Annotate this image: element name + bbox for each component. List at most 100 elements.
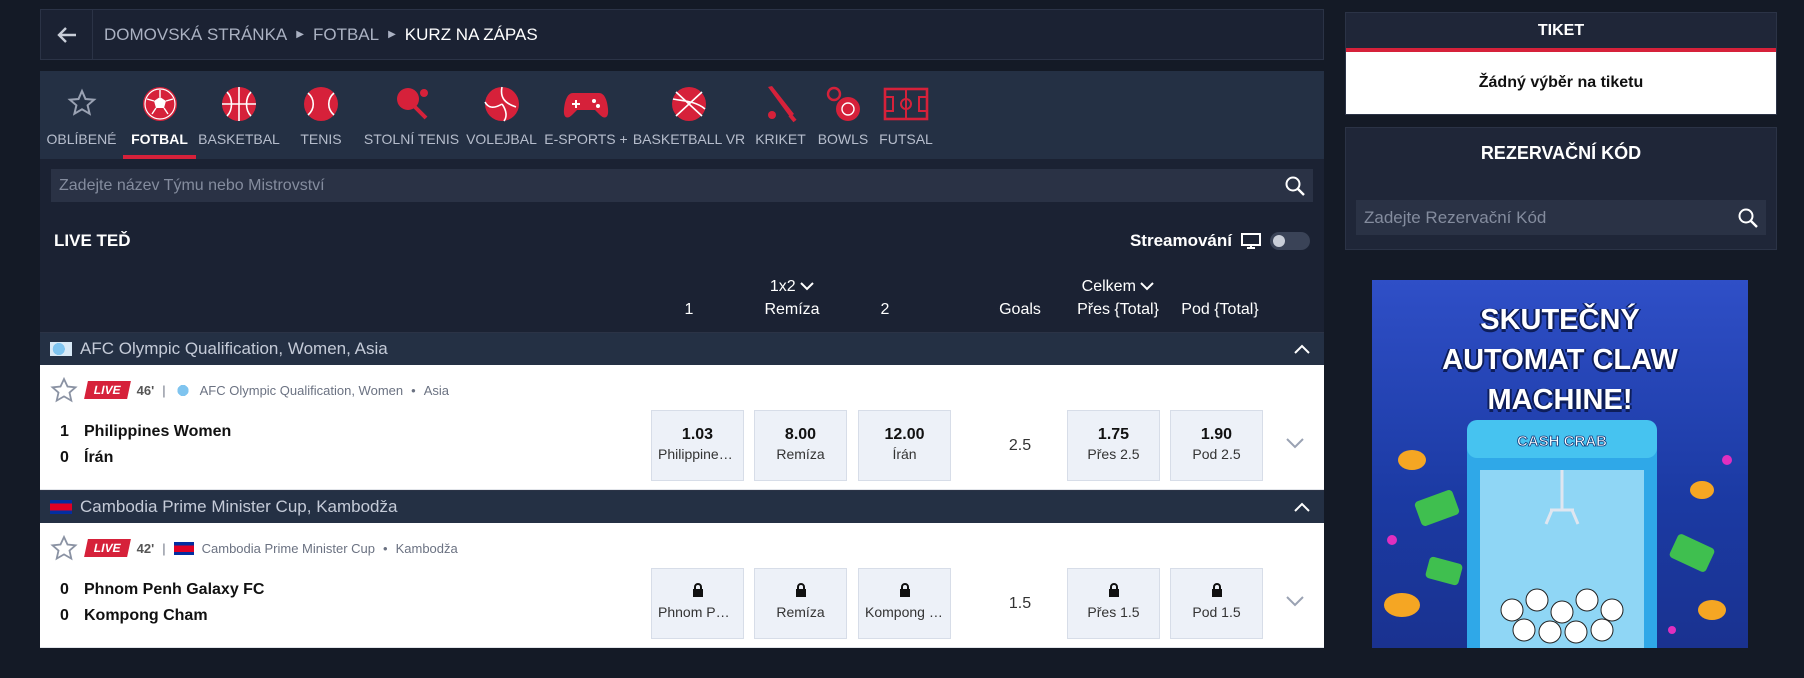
breadcrumb-separator-icon: ▶ <box>296 29 304 40</box>
market-select-1x2[interactable]: 1x2 <box>750 275 834 298</box>
world-flag-icon <box>50 342 72 356</box>
lock-icon <box>795 583 806 597</box>
odds-button-away[interactable]: 12.00 Írán <box>858 410 951 481</box>
football-icon <box>142 87 177 121</box>
league-header[interactable]: AFC Olympic Qualification, Women, Asia <box>40 332 1324 365</box>
breadcrumb-football[interactable]: FOTBAL <box>313 25 379 45</box>
region-name: Kambodža <box>395 540 458 556</box>
monitor-icon <box>1241 233 1261 249</box>
live-title: LIVE TEĎ <box>54 231 131 250</box>
teams: 1 Philippines Women 0 Írán <box>60 419 231 471</box>
chevron-down-icon <box>800 282 814 291</box>
sport-tab-football[interactable]: FOTBAL <box>123 71 196 159</box>
odds-label: Philippines Women <box>658 446 743 462</box>
league-header[interactable]: Cambodia Prime Minister Cup, Kambodža <box>40 490 1324 523</box>
claw-machine-illustration: CASH CRAB <box>1384 420 1732 648</box>
odds-label: Remíza <box>776 446 825 462</box>
search-icon[interactable] <box>1738 208 1758 228</box>
competition-name: Cambodia Prime Minister Cup <box>201 540 376 556</box>
lock-icon <box>1211 583 1222 597</box>
odds-button-draw-locked: Remíza <box>754 568 847 639</box>
expand-chevron-icon[interactable] <box>1286 437 1304 449</box>
streaming-toggle[interactable] <box>1270 232 1310 250</box>
basketball-icon <box>222 87 256 121</box>
odds-label: Phnom Penh Galaxy FC <box>658 604 743 620</box>
sport-tab-favorites[interactable]: OBLÍBENÉ <box>40 71 123 159</box>
sport-label: VOLEJBAL <box>466 131 537 147</box>
futsal-icon <box>883 87 929 121</box>
sport-tab-tennis[interactable]: TENIS <box>282 71 360 159</box>
sport-tab-basketball[interactable]: BASKETBAL <box>196 71 282 159</box>
odds-button-home-locked: Phnom Penh Galaxy FC <box>651 568 744 639</box>
sport-tab-table-tennis[interactable]: STOLNÍ TENIS <box>360 71 463 159</box>
sport-label: E-SPORTS + <box>544 131 628 147</box>
star-icon <box>66 88 97 116</box>
away-score: 0 <box>60 607 69 624</box>
cambodia-flag-icon <box>173 541 194 555</box>
live-badge: LIVE <box>84 381 131 399</box>
search-input[interactable]: Zadejte název Týmu nebo Mistrovství <box>51 169 1313 202</box>
sport-tab-futsal[interactable]: FUTSAL <box>871 71 941 159</box>
odds-value: 1.03 <box>681 426 714 443</box>
lock-icon <box>1108 583 1119 597</box>
sport-tab-bowls[interactable]: BOWLS <box>815 71 871 159</box>
home-team: Philippines Women <box>84 423 232 440</box>
chevron-up-icon[interactable] <box>1294 344 1310 354</box>
arrow-left-icon <box>56 26 76 43</box>
ticket-panel: TIKET Žádný výběr na tiketu <box>1345 12 1777 115</box>
away-team: Kompong Cham <box>84 607 208 624</box>
col-over: Přes {Total} <box>1077 301 1159 318</box>
odds-label: Přes 2.5 <box>1087 446 1140 462</box>
competition-name: AFC Olympic Qualification, Women <box>199 382 404 398</box>
odds-button-home[interactable]: 1.03 Philippines Women <box>651 410 744 481</box>
sport-label: FOTBAL <box>131 131 188 147</box>
sport-label: TENIS <box>300 131 342 147</box>
reservation-code-input[interactable]: Zadejte Rezervační Kód <box>1356 200 1766 235</box>
bowls-icon <box>826 86 860 121</box>
match-minute: 42' <box>136 540 155 556</box>
sport-tab-basketball-vr[interactable]: BASKETBALL VR <box>632 71 746 159</box>
breadcrumb-separator-icon: ▶ <box>388 29 396 40</box>
breadcrumb: DOMOVSKÁ STRÁNKA ▶ FOTBAL ▶ KURZ NA ZÁPA… <box>93 25 538 45</box>
claw-machine-ad-banner[interactable]: SKUTEČNÝ AUTOMAT CLAW MACHINE! CASH CRAB <box>1372 280 1748 648</box>
odds-button-draw[interactable]: 8.00 Remíza <box>754 410 847 481</box>
favorite-star-icon[interactable] <box>50 377 78 403</box>
odds-button-under[interactable]: 1.90 Pod 2.5 <box>1170 410 1263 481</box>
sport-label: STOLNÍ TENIS <box>363 131 460 147</box>
chevron-up-icon[interactable] <box>1294 502 1310 512</box>
odds-value: 1.90 <box>1200 426 1233 443</box>
reservation-placeholder: Zadejte Rezervační Kód <box>1364 207 1547 227</box>
sport-label: BOWLS <box>817 131 869 147</box>
odds-button-under-locked: Pod 1.5 <box>1170 568 1263 639</box>
col-goals: Goals <box>999 301 1041 318</box>
sidebar: TIKET Žádný výběr na tiketu REZERVAČNÍ K… <box>1345 12 1777 648</box>
odds-button-over[interactable]: 1.75 Přes 2.5 <box>1067 410 1160 481</box>
sport-tab-cricket[interactable]: KRIKET <box>746 71 815 159</box>
reservation-panel: REZERVAČNÍ KÓD Zadejte Rezervační Kód <box>1345 127 1777 250</box>
ad-headline-line2: AUTOMAT CLAW <box>1442 344 1678 376</box>
match-row: LIVE 46' | AFC Olympic Qualification, Wom… <box>40 365 1324 490</box>
sport-label: BASKETBAL <box>198 131 280 147</box>
breadcrumb-home[interactable]: DOMOVSKÁ STRÁNKA <box>104 25 287 45</box>
breadcrumb-bar: DOMOVSKÁ STRÁNKA ▶ FOTBAL ▶ KURZ NA ZÁPA… <box>40 9 1324 60</box>
home-team: Phnom Penh Galaxy FC <box>84 581 265 598</box>
streaming-toggle-group: Streamování <box>1130 231 1310 251</box>
match-row: LIVE 42' | Cambodia Prime Minister Cup • … <box>40 523 1324 648</box>
favorite-star-icon[interactable] <box>50 535 78 561</box>
table-tennis-icon <box>396 88 428 120</box>
ticket-title: TIKET <box>1346 13 1776 52</box>
sport-tab-esports[interactable]: E-SPORTS + <box>540 71 632 159</box>
odds-label: Pod 2.5 <box>1192 446 1241 462</box>
lock-icon <box>899 583 910 597</box>
sport-tab-volleyball[interactable]: VOLEJBAL <box>463 71 540 159</box>
col-home: 1 <box>684 301 694 318</box>
market-1x2-label: 1x2 <box>769 278 796 295</box>
market-select-total[interactable]: Celkem <box>1068 275 1168 298</box>
basketball-vr-icon <box>672 87 706 121</box>
odds-value: 1.75 <box>1097 426 1130 443</box>
odds-label: Pod 1.5 <box>1192 604 1241 620</box>
search-icon[interactable] <box>1285 176 1305 196</box>
expand-chevron-icon[interactable] <box>1286 595 1304 607</box>
back-button[interactable] <box>41 10 93 59</box>
col-draw: Remíza <box>764 301 820 318</box>
